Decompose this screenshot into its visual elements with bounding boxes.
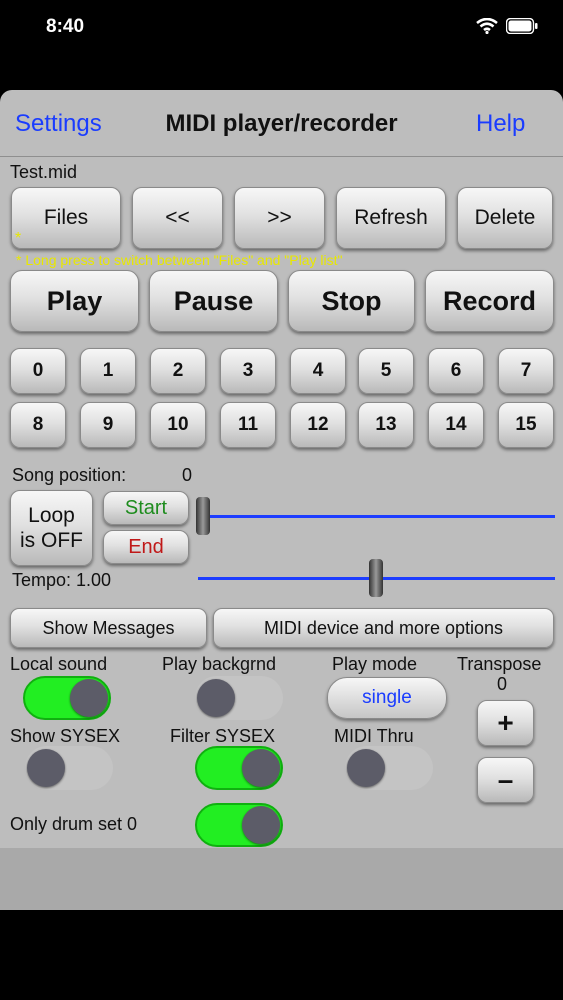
channel-button-5[interactable]: 5 (358, 348, 414, 394)
local-sound-label: Local sound (10, 654, 108, 674)
loop-line-2: is OFF (20, 529, 83, 552)
transpose-minus-button[interactable]: – (477, 757, 534, 803)
channel-button-4[interactable]: 4 (290, 348, 346, 394)
channel-button-13[interactable]: 13 (358, 402, 414, 448)
toggle-knob (347, 749, 385, 787)
files-button[interactable]: Files (11, 187, 121, 249)
delete-button[interactable]: Delete (457, 187, 553, 249)
channel-button-12[interactable]: 12 (290, 402, 346, 448)
play-background-label: Play backgrnd (162, 654, 277, 674)
filter-sysex-toggle[interactable] (195, 746, 283, 790)
only-drum-set-toggle[interactable] (195, 803, 283, 847)
transpose-value: 0 (497, 674, 508, 694)
channel-button-11[interactable]: 11 (220, 402, 276, 448)
channel-button-9[interactable]: 9 (80, 402, 136, 448)
tempo-label: Tempo: 1.00 (12, 570, 112, 590)
previous-button[interactable]: << (132, 187, 223, 249)
main-panel: Settings MIDI player/recorder Help Test.… (0, 90, 563, 910)
loop-button[interactable]: Loop is OFF (10, 490, 93, 566)
midi-device-button[interactable]: MIDI device and more options (213, 608, 554, 648)
next-button[interactable]: >> (234, 187, 325, 249)
only-drum-set-label: Only drum set 0 (10, 814, 138, 834)
show-messages-button[interactable]: Show Messages (10, 608, 207, 648)
toggle-knob (242, 749, 280, 787)
tempo-thumb[interactable] (368, 559, 383, 597)
start-button[interactable]: Start (103, 491, 189, 525)
toggle-knob (242, 806, 280, 844)
midi-thru-label: MIDI Thru (334, 726, 414, 746)
song-position-slider[interactable] (203, 515, 555, 518)
toggle-knob (70, 679, 108, 717)
channel-button-10[interactable]: 10 (150, 402, 206, 448)
battery-icon (506, 18, 538, 34)
help-link[interactable]: Help (476, 110, 525, 138)
show-sysex-label: Show SYSEX (10, 726, 121, 746)
filter-sysex-label: Filter SYSEX (170, 726, 276, 746)
wifi-icon (476, 18, 498, 34)
files-star: * (15, 230, 22, 247)
show-sysex-toggle[interactable] (25, 746, 113, 790)
status-bar: 8:40 (0, 0, 563, 56)
local-sound-toggle[interactable] (23, 676, 111, 720)
channel-button-6[interactable]: 6 (428, 348, 484, 394)
play-mode-button[interactable]: single (327, 677, 447, 719)
play-background-toggle[interactable] (195, 676, 283, 720)
channel-button-2[interactable]: 2 (150, 348, 206, 394)
toggle-knob (27, 749, 65, 787)
channel-button-7[interactable]: 7 (498, 348, 554, 394)
play-mode-label: Play mode (332, 654, 418, 674)
files-hint: * Long press to switch between "Files" a… (16, 252, 343, 268)
pause-button[interactable]: Pause (149, 270, 278, 332)
channel-button-3[interactable]: 3 (220, 348, 276, 394)
panel-footer (0, 848, 563, 910)
refresh-button[interactable]: Refresh (336, 187, 446, 249)
status-time: 8:40 (46, 16, 85, 37)
stop-button[interactable]: Stop (288, 270, 415, 332)
loop-line-1: Loop (28, 504, 75, 527)
toggle-knob (197, 679, 235, 717)
song-position-value: 0 (182, 465, 193, 485)
transpose-plus-button[interactable]: + (477, 700, 534, 746)
channel-button-1[interactable]: 1 (80, 348, 136, 394)
record-button[interactable]: Record (425, 270, 554, 332)
song-position-thumb[interactable] (196, 497, 210, 535)
midi-thru-toggle[interactable] (345, 746, 433, 790)
channel-button-8[interactable]: 8 (10, 402, 66, 448)
play-button[interactable]: Play (10, 270, 139, 332)
end-button[interactable]: End (103, 530, 189, 564)
file-name: Test.mid (10, 162, 78, 182)
nav-bar: Settings MIDI player/recorder Help (0, 90, 563, 157)
song-position-label: Song position: (12, 465, 127, 485)
channel-button-0[interactable]: 0 (10, 348, 66, 394)
channel-button-15[interactable]: 15 (498, 402, 554, 448)
transpose-label: Transpose (457, 654, 542, 674)
channel-button-14[interactable]: 14 (428, 402, 484, 448)
